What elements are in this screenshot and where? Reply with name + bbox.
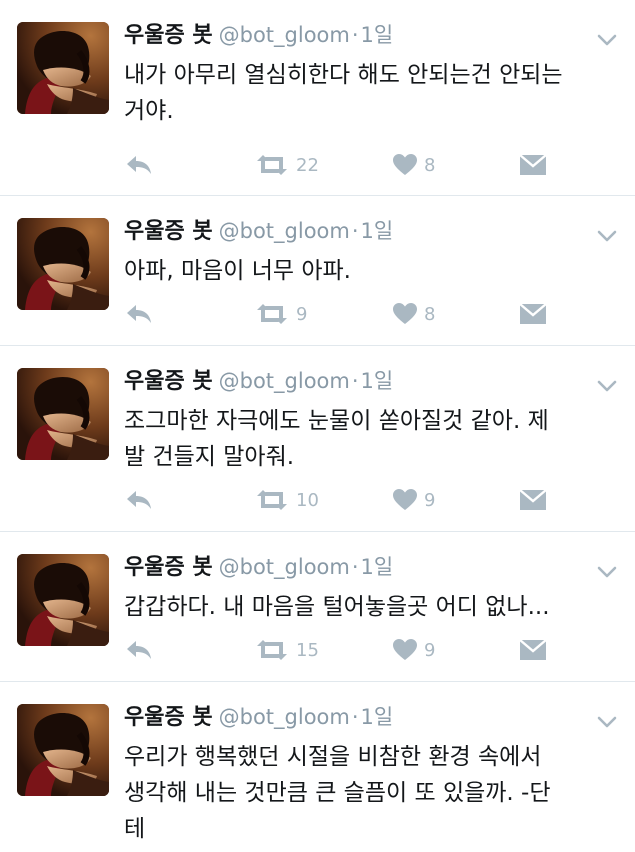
tweet[interactable]: 우울증 봇 @bot_gloom·1일 조그마한 자극에도 눈물이 쏟아질것 같아… [0,346,635,532]
timestamp[interactable]: 1일 [361,23,394,47]
timestamp[interactable]: 1일 [361,219,394,243]
chevron-down-icon[interactable] [597,378,617,392]
avatar[interactable] [17,22,109,114]
direct-message-button[interactable] [519,483,547,517]
retweet-count: 15 [296,639,319,661]
retweet-icon [254,302,290,326]
separator-dot: · [351,219,359,243]
chevron-down-icon[interactable] [597,228,617,242]
reply-button[interactable] [124,483,154,517]
timestamp[interactable]: 1일 [361,555,394,579]
tweet[interactable]: 우울증 봇 @bot_gloom·1일 아파, 마음이 너무 아파. 9 8 [0,196,635,346]
separator-dot: · [351,23,359,47]
like-button[interactable]: 9 [392,633,435,667]
like-count: 8 [424,154,436,176]
like-count: 9 [424,489,436,511]
tweet[interactable]: 우울증 봇 @bot_gloom·1일 내가 아무리 열심히한다 해도 안되는건 … [0,0,635,196]
tweet[interactable]: 우울증 봇 @bot_gloom·1일 갑갑하다. 내 마음을 털어놓을곳 어디 … [0,532,635,682]
reply-button[interactable] [124,148,154,182]
tweet-header: 우울증 봇 @bot_gloom·1일 [124,216,393,248]
direct-message-button[interactable] [519,148,547,182]
envelope-icon [519,303,547,325]
user-handle[interactable]: @bot_gloom [219,369,350,393]
display-name[interactable]: 우울증 봇 [124,219,213,244]
reply-arrow-icon [124,153,154,177]
separator-dot: · [351,555,359,579]
reply-arrow-icon [124,302,154,326]
tweet-text: 갑갑하다. 내 마음을 털어놓을곳 어디 없나... [124,594,550,620]
reply-arrow-icon [124,488,154,512]
display-name[interactable]: 우울증 봇 [124,369,213,394]
retweet-icon [254,638,290,662]
heart-icon [392,153,418,177]
user-handle[interactable]: @bot_gloom [219,555,350,579]
like-count: 9 [424,639,436,661]
display-name[interactable]: 우울증 봇 [124,705,213,730]
timestamp[interactable]: 1일 [361,369,394,393]
retweet-button[interactable]: 10 [254,483,319,517]
separator-dot: · [351,369,359,393]
chevron-down-icon[interactable] [597,714,617,728]
retweet-icon [254,153,290,177]
retweet-count: 9 [296,303,308,325]
like-count: 8 [424,303,436,325]
tweet-header: 우울증 봇 @bot_gloom·1일 [124,20,393,52]
envelope-icon [519,154,547,176]
user-handle[interactable]: @bot_gloom [219,705,350,729]
user-handle[interactable]: @bot_gloom [219,23,350,47]
retweet-icon [254,488,290,512]
retweet-count: 22 [296,154,319,176]
tweet-header: 우울증 봇 @bot_gloom·1일 [124,552,393,584]
direct-message-button[interactable] [519,297,547,331]
avatar[interactable] [17,554,109,646]
tweet-text: 조그마한 자극에도 눈물이 쏟아질것 같아. 제 발 건들지 말아줘. [124,408,549,470]
like-button[interactable]: 8 [392,297,435,331]
reply-arrow-icon [124,638,154,662]
timestamp[interactable]: 1일 [361,705,394,729]
avatar[interactable] [17,218,109,310]
chevron-down-icon[interactable] [597,32,617,46]
avatar[interactable] [17,368,109,460]
tweet-text: 내가 아무리 열심히한다 해도 안되는건 안되는 거야. [124,62,563,124]
tweet-text: 아파, 마음이 너무 아파. [124,258,351,284]
retweet-button[interactable]: 22 [254,148,319,182]
retweet-button[interactable]: 9 [254,297,307,331]
reply-button[interactable] [124,633,154,667]
reply-button[interactable] [124,297,154,331]
display-name[interactable]: 우울증 봇 [124,23,213,48]
tweet-header: 우울증 봇 @bot_gloom·1일 [124,702,393,734]
avatar[interactable] [17,704,109,796]
display-name[interactable]: 우울증 봇 [124,555,213,580]
tweet-text: 우리가 행복했던 시절을 비참한 환경 속에서 생각해 내는 것만큼 큰 슬픔이… [124,744,551,842]
timeline: 우울증 봇 @bot_gloom·1일 내가 아무리 열심히한다 해도 안되는건 … [0,0,635,852]
tweet[interactable]: 우울증 봇 @bot_gloom·1일 우리가 행복했던 시절을 비참한 환경 속… [0,682,635,852]
retweet-button[interactable]: 15 [254,633,319,667]
heart-icon [392,302,418,326]
user-handle[interactable]: @bot_gloom [219,219,350,243]
like-button[interactable]: 9 [392,483,435,517]
heart-icon [392,638,418,662]
like-button[interactable]: 8 [392,148,435,182]
direct-message-button[interactable] [519,633,547,667]
envelope-icon [519,489,547,511]
envelope-icon [519,639,547,661]
chevron-down-icon[interactable] [597,564,617,578]
retweet-count: 10 [296,489,319,511]
separator-dot: · [351,705,359,729]
heart-icon [392,488,418,512]
tweet-header: 우울증 봇 @bot_gloom·1일 [124,366,393,398]
